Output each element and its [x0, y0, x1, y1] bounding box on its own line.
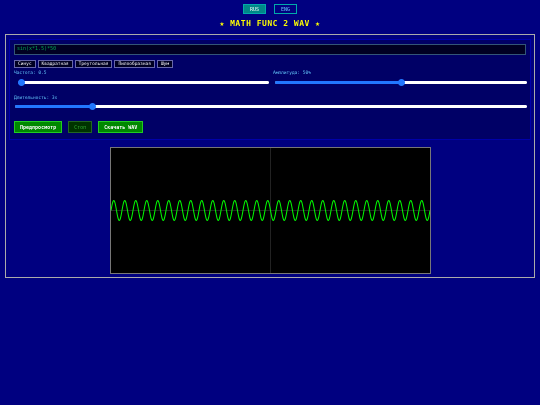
preset-triangle-button[interactable]: Треугольная	[74, 60, 113, 68]
language-switcher: RUS ENG	[0, 4, 540, 14]
preset-sine-button[interactable]: Синус	[14, 60, 36, 68]
waveform-display	[110, 147, 431, 274]
duration-label: Длительность: 3s	[14, 96, 58, 101]
amplitude-slider-thumb[interactable]	[398, 79, 405, 86]
duration-slider[interactable]	[15, 103, 527, 110]
frequency-slider-thumb[interactable]	[17, 79, 25, 86]
preset-buttons: Синус Квадратная Треугольная Пилообразна…	[14, 60, 174, 68]
amplitude-slider-fill	[275, 81, 401, 84]
lang-rus-button[interactable]: RUS	[242, 4, 266, 14]
amplitude-slider[interactable]	[275, 79, 527, 86]
duration-slider-fill	[15, 105, 92, 108]
main-panel: sin(x*1.5)*50 Синус Квадратная Треугольн…	[5, 34, 535, 278]
preview-button[interactable]: Предпросмотр	[14, 121, 63, 133]
frequency-label: Частота: 0.5	[14, 71, 47, 76]
preset-square-button[interactable]: Квадратная	[37, 60, 73, 68]
preset-noise-button[interactable]: Шум	[156, 60, 174, 68]
lang-eng-button[interactable]: ENG	[274, 4, 298, 14]
controls-panel: sin(x*1.5)*50 Синус Квадратная Треугольн…	[9, 39, 531, 140]
duration-slider-thumb[interactable]	[88, 103, 96, 110]
stop-button[interactable]: Стоп	[68, 121, 93, 133]
download-wav-button[interactable]: Скачать WAV	[98, 121, 144, 133]
amplitude-label: Амплитуда: 50%	[273, 71, 311, 76]
page-title: ★ MATH FUNC 2 WAV ★	[219, 19, 321, 28]
preset-sawtooth-button[interactable]: Пилообразная	[114, 60, 155, 68]
waveform-canvas	[111, 148, 430, 273]
action-buttons: Предпросмотр Стоп Скачать WAV	[14, 121, 144, 133]
frequency-slider[interactable]	[17, 79, 269, 86]
formula-input[interactable]: sin(x*1.5)*50	[14, 44, 526, 55]
